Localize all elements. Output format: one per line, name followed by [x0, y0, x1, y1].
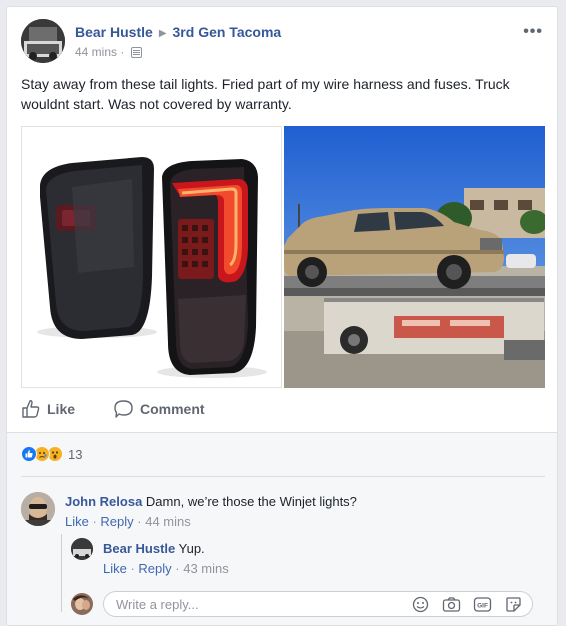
comment-time[interactable]: 44 mins	[145, 514, 191, 529]
current-user-avatar	[71, 593, 93, 615]
comment-reply-link[interactable]: Reply	[100, 514, 133, 529]
group-audience-icon	[130, 47, 142, 58]
reply-input[interactable]	[116, 596, 396, 613]
reply-content: Bear Hustle Yup.	[103, 540, 205, 557]
like-reaction-icon	[21, 446, 37, 462]
comment-content: John Relosa Damn, we’re those the Winjet…	[65, 493, 357, 510]
reply-like-link[interactable]: Like	[103, 561, 127, 576]
camera-icon[interactable]	[442, 596, 461, 616]
reply-box: GIF	[103, 591, 533, 617]
reply-reply-link[interactable]: Reply	[138, 561, 171, 576]
post-text: Stay away from these tail lights. Fried …	[21, 76, 510, 112]
more-options-icon[interactable]: •••	[523, 23, 543, 41]
reply-author[interactable]: Bear Hustle	[103, 541, 175, 556]
speech-bubble-icon	[114, 400, 133, 418]
tail-lights-photo[interactable]	[21, 126, 282, 388]
commenter-avatar[interactable]	[21, 492, 55, 526]
post-media	[21, 126, 545, 388]
reply-links: Like · Reply · 43 mins	[103, 561, 229, 576]
svg-text:GIF: GIF	[477, 603, 488, 610]
comment-links: Like · Reply · 44 mins	[65, 514, 191, 529]
post-time[interactable]: 44 mins ·	[75, 45, 124, 59]
comments-section: 13 John Relosa Damn, we’re those the Win…	[7, 432, 557, 625]
reply-text: Yup.	[178, 541, 205, 556]
thumbs-up-icon	[22, 400, 40, 418]
comment-label: Comment	[140, 401, 205, 417]
author-line: Bear Hustle ▶ 3rd Gen Tacoma	[75, 24, 281, 40]
post-meta: 44 mins ·	[75, 45, 142, 59]
divider	[21, 476, 545, 477]
group-name[interactable]: 3rd Gen Tacoma	[173, 24, 282, 40]
comment-button[interactable]: Comment	[113, 399, 205, 419]
author-avatar[interactable]	[21, 19, 65, 63]
comment-author[interactable]: John Relosa	[65, 494, 142, 509]
like-label: Like	[47, 401, 76, 417]
post-card: Bear Hustle ▶ 3rd Gen Tacoma 44 mins · •••…	[6, 6, 558, 626]
reactions-summary[interactable]: 13	[21, 445, 82, 463]
tow-truck-photo[interactable]	[284, 126, 545, 388]
like-button[interactable]: Like	[21, 399, 75, 419]
post-header: Bear Hustle ▶ 3rd Gen Tacoma 44 mins · •••	[21, 19, 547, 67]
reply-time[interactable]: 43 mins	[183, 561, 229, 576]
comment-like-link[interactable]: Like	[65, 514, 89, 529]
post-actions: Like Comment	[21, 397, 543, 425]
reply-author-avatar[interactable]	[71, 538, 93, 560]
arrow-right-icon: ▶	[158, 28, 167, 39]
author-name[interactable]: Bear Hustle	[75, 24, 153, 40]
gif-icon[interactable]: GIF	[473, 596, 492, 616]
emoji-icon[interactable]	[412, 596, 429, 616]
comment-text: Damn, we’re those the Winjet lights?	[145, 494, 357, 509]
reaction-count: 13	[68, 446, 83, 462]
sticker-icon[interactable]	[505, 596, 522, 616]
reply-thread-line	[61, 534, 62, 612]
